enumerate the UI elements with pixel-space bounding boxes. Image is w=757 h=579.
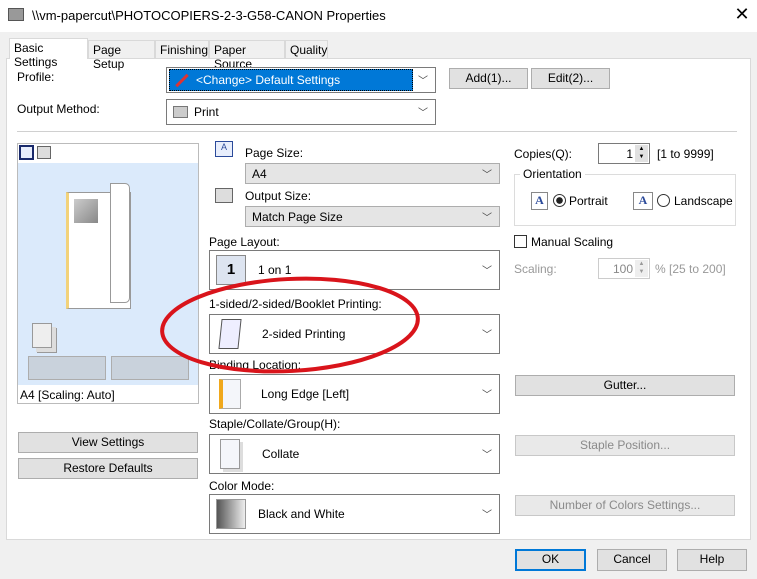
landscape-label: Landscape <box>674 194 733 208</box>
grayscale-icon <box>216 499 246 529</box>
color-mode-select[interactable]: Black and White ﹀ <box>209 494 500 534</box>
window-title: \\vm-papercut\PHOTOCOPIERS-2-3-G58-CANON… <box>32 8 386 23</box>
chevron-down-icon: ﹀ <box>482 265 492 277</box>
chevron-down-icon: ﹀ <box>418 107 428 119</box>
chevron-down-icon: ﹀ <box>482 449 492 461</box>
tab-paper-source[interactable]: Paper Source <box>209 40 285 71</box>
output-size-select[interactable]: Match Page Size ﹀ <box>245 206 500 227</box>
gutter-button[interactable]: Gutter... <box>515 375 735 396</box>
manual-scaling-label: Manual Scaling <box>531 235 614 249</box>
spinner-arrows-icon[interactable]: ▲ ▼ <box>635 145 648 162</box>
profile-label: Profile: <box>17 70 55 84</box>
tab-basic-settings[interactable]: Basic Settings <box>9 38 88 69</box>
manual-scaling-checkbox[interactable] <box>514 235 527 248</box>
preview-status: A4 [Scaling: Auto] <box>20 388 115 402</box>
page-size-label: Page Size: <box>245 146 304 160</box>
collate-icon <box>220 439 240 469</box>
number-of-colors-button: Number of Colors Settings... <box>515 495 735 516</box>
color-mode-value: Black and White <box>258 507 345 521</box>
binding-location-select[interactable]: Long Edge [Left] ﹀ <box>209 374 500 414</box>
scaling-value: 100 <box>612 261 633 276</box>
scaling-spinner[interactable]: 100 ▲ ▼ <box>598 258 650 279</box>
copies-spinner[interactable]: 1 ▲ ▼ <box>598 143 650 164</box>
portrait-radio[interactable] <box>553 194 566 207</box>
help-button[interactable]: Help <box>677 549 747 571</box>
page-view-icon[interactable] <box>19 145 34 160</box>
copies-value: 1 <box>626 146 633 161</box>
chevron-down-icon: ﹀ <box>482 169 492 181</box>
tab-quality[interactable]: Quality <box>285 40 328 58</box>
color-mode-label: Color Mode: <box>209 479 275 493</box>
separator <box>17 131 737 132</box>
scaling-range: % [25 to 200] <box>655 262 726 276</box>
edit-profile-button[interactable]: Edit(2)... <box>531 68 610 89</box>
page-layout-label: Page Layout: <box>209 235 280 249</box>
chevron-down-icon: ﹀ <box>482 509 492 521</box>
binding-value: Long Edge [Left] <box>261 387 350 401</box>
spinner-arrows-icon: ▲ ▼ <box>635 260 648 277</box>
landscape-icon: A <box>633 192 653 210</box>
orientation-label: Orientation <box>520 167 585 181</box>
scaling-label: Scaling: <box>514 262 557 276</box>
add-profile-button[interactable]: Add(1)... <box>449 68 528 89</box>
tab-finishing[interactable]: Finishing <box>155 40 209 58</box>
tab-page-setup[interactable]: Page Setup <box>88 40 155 71</box>
portrait-icon: A <box>531 192 548 210</box>
staple-label: Staple/Collate/Group(H): <box>209 417 341 431</box>
pencil-icon <box>175 73 189 87</box>
copies-range: [1 to 9999] <box>657 147 714 161</box>
title-bar: \\vm-papercut\PHOTOCOPIERS-2-3-G58-CANON… <box>0 0 757 32</box>
restore-defaults-button[interactable]: Restore Defaults <box>18 458 198 479</box>
output-size-label: Output Size: <box>245 189 312 203</box>
layout-toggle-button[interactable] <box>28 356 106 380</box>
profile-select[interactable]: <Change> Default Settings ﹀ <box>166 67 436 93</box>
output-method-label: Output Method: <box>17 102 100 116</box>
ok-button[interactable]: OK <box>515 549 586 571</box>
binding-icon <box>219 379 241 409</box>
chevron-down-icon: ﹀ <box>418 75 428 87</box>
staple-collate-select[interactable]: Collate ﹀ <box>209 434 500 474</box>
annotation-ellipse <box>160 276 420 374</box>
landscape-radio[interactable] <box>657 194 670 207</box>
output-size-value: Match Page Size <box>252 209 343 224</box>
page-size-select[interactable]: A4 ﹀ <box>245 163 500 184</box>
output-size-icon <box>215 188 233 203</box>
copies-label: Copies(Q): <box>514 147 573 161</box>
staple-position-button: Staple Position... <box>515 435 735 456</box>
printer-icon <box>173 106 188 118</box>
portrait-label: Portrait <box>569 194 608 208</box>
printer-icon <box>8 8 24 21</box>
chevron-down-icon: ﹀ <box>482 389 492 401</box>
staple-value: Collate <box>262 447 300 461</box>
page-size-icon: A <box>215 141 233 157</box>
chevron-down-icon: ﹀ <box>482 212 492 224</box>
output-method-value: Print <box>194 105 219 119</box>
view-settings-button[interactable]: View Settings <box>18 432 198 453</box>
chevron-down-icon: ﹀ <box>482 329 492 341</box>
output-method-select[interactable]: Print ﹀ <box>166 99 436 125</box>
close-button[interactable]: ✕ <box>732 4 752 25</box>
cancel-button[interactable]: Cancel <box>597 549 667 571</box>
page-size-value: A4 <box>252 166 267 181</box>
profile-value: <Change> Default Settings <box>196 73 341 87</box>
printer-view-icon[interactable] <box>37 146 51 159</box>
